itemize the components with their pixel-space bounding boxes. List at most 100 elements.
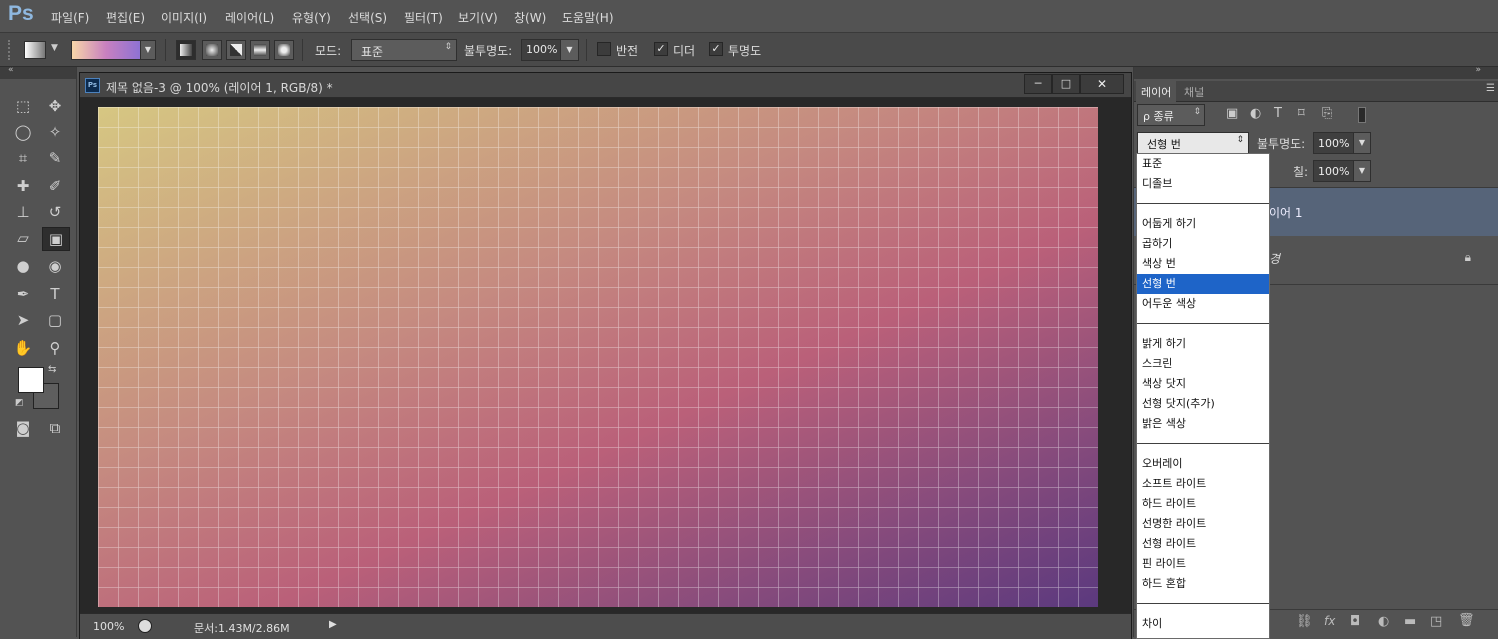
- healing-brush-tool-icon[interactable]: ✚: [12, 175, 34, 197]
- fx-icon[interactable]: fx: [1324, 614, 1335, 628]
- fill-field[interactable]: 100% ▼: [1313, 160, 1371, 182]
- panel-menu-icon[interactable]: ☰: [1486, 83, 1495, 94]
- history-brush-tool-icon[interactable]: ↺: [44, 201, 66, 223]
- dropdown-item[interactable]: 오버레이: [1137, 454, 1269, 474]
- magic-wand-tool-icon[interactable]: ✧: [44, 121, 66, 143]
- chevron-down-icon[interactable]: ▼: [1353, 161, 1370, 181]
- lasso-tool-icon[interactable]: ◯: [12, 121, 34, 143]
- menu-select[interactable]: 선택(S): [348, 9, 387, 26]
- hand-tool-icon[interactable]: ✋: [12, 337, 34, 359]
- screen-mode-icon[interactable]: ⧉: [44, 417, 66, 439]
- chevron-down-icon[interactable]: ▼: [560, 40, 578, 60]
- type-filter-icon[interactable]: T: [1274, 106, 1282, 121]
- minimize-button[interactable]: ─: [1024, 74, 1052, 94]
- filter-toggle-switch[interactable]: [1358, 107, 1366, 123]
- dropdown-item-selected[interactable]: 선형 번: [1137, 274, 1269, 294]
- linear-gradient-button[interactable]: [176, 40, 196, 60]
- menu-window[interactable]: 창(W): [514, 9, 546, 26]
- dropdown-item[interactable]: 어둡게 하기: [1137, 214, 1269, 234]
- reverse-checkbox[interactable]: [597, 42, 611, 56]
- dropdown-item[interactable]: 어두운 색상: [1137, 294, 1269, 314]
- type-tool-icon[interactable]: T: [44, 283, 66, 305]
- foreground-color-swatch-top[interactable]: [18, 367, 44, 393]
- transparency-checkbox[interactable]: ✓: [709, 42, 723, 56]
- marquee-tool-icon[interactable]: ⬚: [12, 95, 34, 117]
- brush-tool-icon[interactable]: ✐: [44, 175, 66, 197]
- tab-layers[interactable]: 레이어: [1136, 81, 1177, 103]
- new-layer-icon[interactable]: ◳: [1430, 614, 1442, 629]
- expand-icon[interactable]: »: [1475, 65, 1481, 75]
- pen-tool-icon[interactable]: ✒: [12, 283, 34, 305]
- status-menu-arrow-icon[interactable]: ▶: [329, 619, 337, 630]
- menu-view[interactable]: 보기(V): [458, 9, 498, 26]
- clone-stamp-tool-icon[interactable]: ⊥: [12, 201, 34, 223]
- crop-tool-icon[interactable]: ⌗: [12, 147, 34, 169]
- menu-layer[interactable]: 레이어(L): [225, 9, 274, 26]
- menu-edit[interactable]: 편집(E): [106, 9, 145, 26]
- chevron-down-icon[interactable]: ▼: [51, 43, 58, 53]
- rectangle-tool-icon[interactable]: ▢: [44, 309, 66, 331]
- new-group-icon[interactable]: ▬: [1404, 614, 1416, 629]
- menu-filter[interactable]: 필터(T): [404, 9, 443, 26]
- dropdown-item[interactable]: 선형 닷지(추가): [1137, 394, 1269, 414]
- eraser-tool-icon[interactable]: ▱: [12, 227, 34, 249]
- layer-filter-select[interactable]: ρ 종류 ⇕: [1137, 104, 1205, 126]
- angle-gradient-button[interactable]: [226, 40, 246, 60]
- dropdown-item[interactable]: 스크린: [1137, 354, 1269, 374]
- eyedropper-tool-icon[interactable]: ✎: [44, 147, 66, 169]
- shape-filter-icon[interactable]: ⌑: [1298, 106, 1305, 121]
- tab-channels[interactable]: 채널: [1184, 84, 1204, 100]
- close-button[interactable]: ✕: [1080, 74, 1124, 94]
- dither-checkbox[interactable]: ✓: [654, 42, 668, 56]
- diamond-gradient-button[interactable]: [274, 40, 294, 60]
- opacity-field[interactable]: 100% ▼: [521, 39, 579, 61]
- menu-help[interactable]: 도움말(H): [562, 9, 614, 26]
- menu-image[interactable]: 이미지(I): [161, 9, 207, 26]
- layer-opacity-field[interactable]: 100% ▼: [1313, 132, 1371, 154]
- blend-mode-select[interactable]: 선형 번 ⇕: [1137, 132, 1249, 154]
- dropdown-item[interactable]: 하드 라이트: [1137, 494, 1269, 514]
- dropdown-item[interactable]: 선형 라이트: [1137, 534, 1269, 554]
- dropdown-item[interactable]: 선명한 라이트: [1137, 514, 1269, 534]
- canvas[interactable]: [98, 107, 1098, 607]
- adjustment-layer-icon[interactable]: ◐: [1378, 614, 1389, 629]
- smart-object-filter-icon[interactable]: ⎘: [1322, 106, 1332, 121]
- dodge-tool-icon[interactable]: ◉: [44, 255, 66, 277]
- chevron-down-icon[interactable]: ▼: [1353, 133, 1370, 153]
- status-info-icon[interactable]: [138, 619, 152, 633]
- link-layers-icon[interactable]: ⛓: [1296, 614, 1313, 629]
- swap-colors-icon[interactable]: ⇆: [48, 364, 56, 375]
- dropdown-item[interactable]: 디졸브: [1137, 174, 1269, 194]
- trash-icon[interactable]: 🗑︎: [1458, 613, 1475, 628]
- path-selection-tool-icon[interactable]: ➤: [12, 309, 34, 331]
- dropdown-item[interactable]: 소프트 라이트: [1137, 474, 1269, 494]
- zoom-level[interactable]: 100%: [93, 620, 124, 633]
- document-title-bar[interactable]: Ps 제목 없음-3 @ 100% (레이어 1, RGB/8) * ─ □ ✕: [80, 73, 1131, 98]
- quick-mask-icon[interactable]: ◙: [12, 417, 34, 439]
- gradient-tool-preset-icon[interactable]: [24, 41, 46, 59]
- adjustment-filter-icon[interactable]: ◐: [1250, 106, 1261, 121]
- dropdown-item[interactable]: 차이: [1137, 614, 1269, 634]
- dropdown-item[interactable]: 밝게 하기: [1137, 334, 1269, 354]
- pixel-filter-icon[interactable]: ▣: [1226, 106, 1238, 121]
- default-colors-icon[interactable]: ◩: [15, 398, 24, 408]
- collapse-icon[interactable]: «: [8, 65, 14, 75]
- move-tool-icon[interactable]: ✥: [44, 95, 66, 117]
- dropdown-item[interactable]: 핀 라이트: [1137, 554, 1269, 574]
- reflected-gradient-button[interactable]: [250, 40, 270, 60]
- dropdown-item[interactable]: 색상 닷지: [1137, 374, 1269, 394]
- gradient-tool-icon[interactable]: ▣: [42, 227, 70, 251]
- dropdown-item[interactable]: 표준: [1137, 154, 1269, 174]
- gradient-picker-chevron-icon[interactable]: ▼: [140, 40, 156, 60]
- zoom-tool-icon[interactable]: ⚲: [44, 337, 66, 359]
- maximize-button[interactable]: □: [1052, 74, 1080, 94]
- gradient-editor-swatch[interactable]: [71, 40, 141, 60]
- menu-type[interactable]: 유형(Y): [292, 9, 331, 26]
- mode-select[interactable]: 표준 ⇕: [351, 39, 457, 61]
- dropdown-item[interactable]: 밝은 색상: [1137, 414, 1269, 434]
- blur-tool-icon[interactable]: ●: [12, 255, 34, 277]
- add-mask-icon[interactable]: ◘: [1350, 614, 1360, 629]
- radial-gradient-button[interactable]: [202, 40, 222, 60]
- dropdown-item[interactable]: 색상 번: [1137, 254, 1269, 274]
- dropdown-item[interactable]: 하드 혼합: [1137, 574, 1269, 594]
